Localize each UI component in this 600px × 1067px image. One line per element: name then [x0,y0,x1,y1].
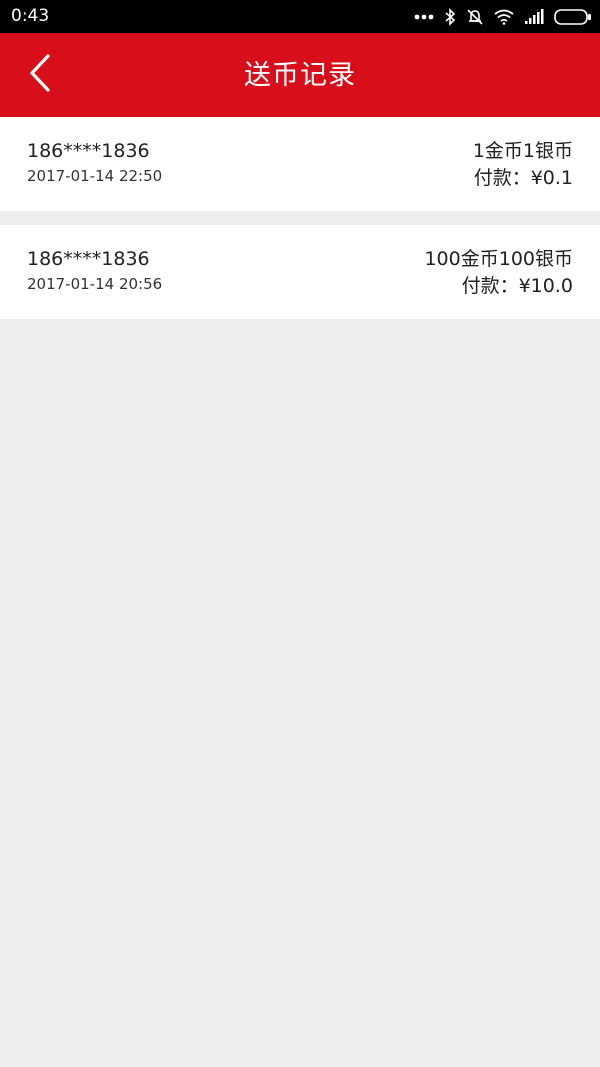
record-item[interactable]: 186****1836 2017-01-14 22:50 1金币1银币 付款：¥… [0,117,600,211]
status-icons [414,7,592,27]
page-title: 送币记录 [244,60,356,91]
signal-icon [524,9,544,25]
record-coins: 100金币100银币 [424,248,573,270]
status-bar: 0:43 [0,0,600,33]
record-phone: 186****1836 [27,248,150,270]
record-payment: 付款：¥0.1 [473,167,573,189]
battery-icon [554,9,592,25]
status-time: 0:43 [11,6,50,26]
more-dots-icon [414,14,434,20]
record-phone: 186****1836 [27,140,150,162]
record-item[interactable]: 186****1836 2017-01-14 20:56 100金币100银币 … [0,225,600,319]
bluetooth-icon [444,8,456,26]
record-time: 2017-01-14 22:50 [27,167,163,185]
wifi-icon [494,9,514,25]
record-list: 186****1836 2017-01-14 22:50 1金币1银币 付款：¥… [0,117,600,319]
record-payment: 付款：¥10.0 [461,275,573,297]
app-header: 送币记录 [0,33,600,117]
mute-icon [466,8,484,26]
record-coins: 1金币1银币 [472,140,573,162]
record-time: 2017-01-14 20:56 [27,275,163,293]
